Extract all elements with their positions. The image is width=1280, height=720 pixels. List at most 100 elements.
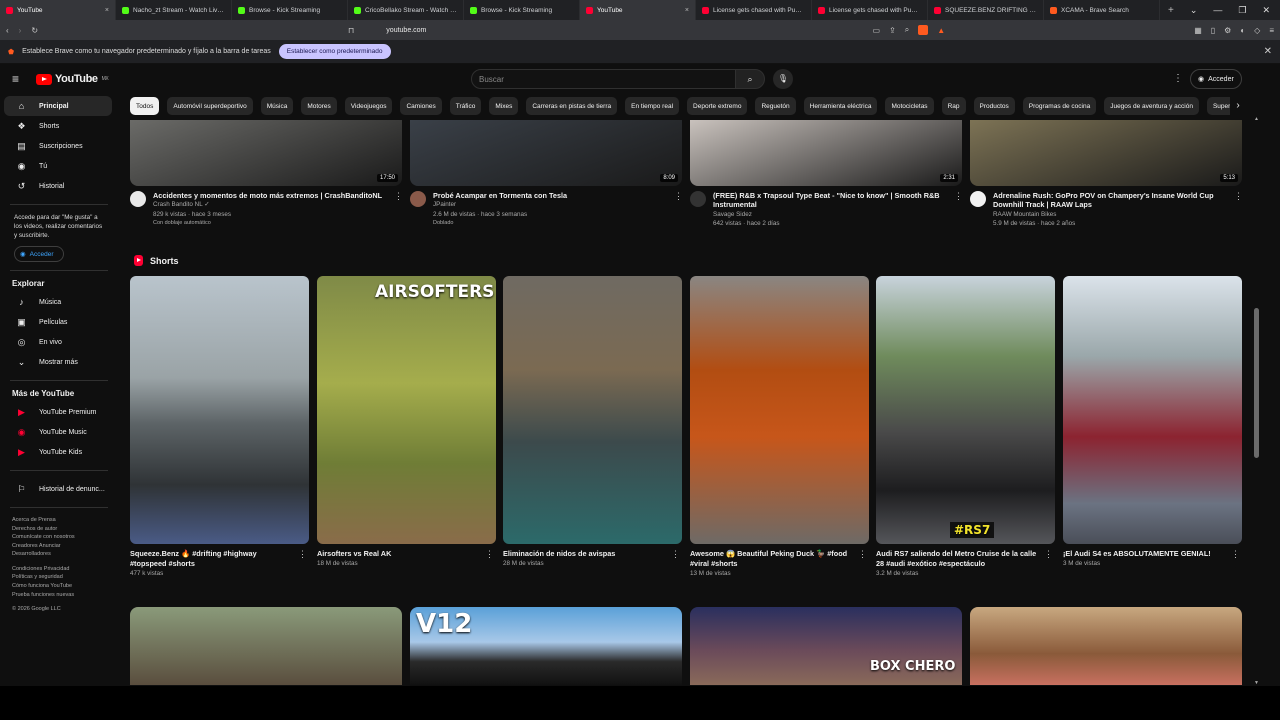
tab-close-icon[interactable]: × — [105, 7, 109, 14]
channel-name[interactable]: Crash Bandito NL ✓ — [153, 200, 387, 209]
reload-icon[interactable]: ↻ — [31, 26, 38, 35]
browser-tab[interactable]: License gets chased with Punchma — [812, 0, 928, 20]
sidebar-item-youtube-music[interactable]: ◉ YouTube Music — [4, 422, 112, 442]
set-default-button[interactable]: Establecer como predeterminado — [278, 44, 391, 59]
video-thumbnail[interactable] — [130, 607, 402, 685]
sidebar-item-history[interactable]: ↺ Historial — [4, 176, 112, 196]
sidebar-item-live[interactable]: ◎ En vivo — [4, 332, 112, 352]
video-card[interactable]: 8:09 Probé Acampar en Tormenta con Tesla J… — [410, 120, 683, 226]
video-card[interactable]: 17:50 Accidentes y momentos de moto más e… — [130, 120, 403, 226]
short-card[interactable]: Awesome 😱 Beautiful Peking Duck 🦆 #food … — [690, 276, 869, 577]
filter-chip[interactable]: Deporte extremo — [687, 97, 748, 115]
video-title[interactable]: Accidentes y momentos de moto más extrem… — [153, 191, 387, 200]
sidebar-toggle-icon[interactable]: ▦ — [1194, 26, 1202, 35]
video-title[interactable]: Probé Acampar en Tormenta con Tesla — [433, 191, 667, 200]
browser-tab[interactable]: SQUEEZE.BENZ DRIFTING ON TIME — [928, 0, 1044, 20]
short-title[interactable]: Eliminación de nidos de avispas — [503, 549, 682, 559]
footer-line[interactable]: Comunícate con nosotros — [12, 533, 106, 542]
filter-chip[interactable]: Herramienta eléctrica — [803, 97, 878, 115]
tab-close-icon[interactable]: × — [685, 7, 689, 14]
channel-avatar[interactable] — [130, 191, 146, 207]
footer-line[interactable]: Derechos de autor — [12, 525, 106, 534]
channel-name[interactable]: RAAW Mountain Bikes — [993, 210, 1227, 219]
footer-line[interactable]: Prueba funciones nuevas — [12, 591, 106, 600]
video-thumbnail[interactable] — [970, 607, 1242, 685]
channel-avatar[interactable] — [690, 191, 706, 207]
maximize-icon[interactable]: ❐ — [1238, 5, 1246, 16]
short-title[interactable]: Audi RS7 saliendo del Metro Cruise de la… — [876, 549, 1055, 569]
back-icon[interactable]: ‹ — [6, 26, 9, 35]
bookmark-icon[interactable]: ⊓ — [348, 26, 354, 35]
sidebar-item-youtube-premium[interactable]: ▶ YouTube Premium — [4, 402, 112, 422]
share-icon[interactable]: ⇪ — [889, 26, 896, 35]
browser-tab[interactable]: Browse - Kick Streaming — [232, 0, 348, 20]
filter-chip[interactable]: Camiones — [400, 97, 442, 115]
minimize-icon[interactable]: — — [1213, 5, 1222, 16]
wallet-icon[interactable]: ◇ — [1254, 26, 1260, 35]
video-card[interactable]: 5:13 Adrenaline Rush: GoPro POV on Champe… — [970, 120, 1243, 228]
sidebar-signin-button[interactable]: ◉ Acceder — [14, 246, 64, 263]
filter-chip[interactable]: Mixes — [489, 97, 519, 115]
close-icon[interactable]: ✕ — [1264, 46, 1272, 57]
settings-kebab-icon[interactable]: ⋮ — [1173, 73, 1183, 84]
browser-tab[interactable]: YouTube × — [580, 0, 696, 20]
video-title[interactable]: Adrenaline Rush: GoPro POV on Champery's… — [993, 191, 1227, 210]
more-options-icon[interactable]: ⋮ — [1231, 549, 1240, 560]
sidebar-item-movies[interactable]: ▣ Películas — [4, 312, 112, 332]
channel-name[interactable]: Savage Sidez — [713, 210, 947, 219]
browser-tab[interactable]: YouTube × — [0, 0, 116, 20]
footer-line[interactable]: Cómo funciona YouTube — [12, 582, 106, 591]
hamburger-menu-icon[interactable]: ≡ — [12, 72, 32, 86]
browser-tab[interactable]: Nacho_zt Stream - Watch Live on K — [116, 0, 232, 20]
more-options-icon[interactable]: ⋮ — [1234, 191, 1243, 228]
sidebar-item-subscriptions[interactable]: ▤ Suscripciones — [4, 136, 112, 156]
video-thumbnail[interactable]: 5:13 — [970, 120, 1242, 186]
browser-tab[interactable]: XCAMA - Brave Search — [1044, 0, 1160, 20]
short-card[interactable]: Eliminación de nidos de avispas 28 M de v… — [503, 276, 682, 567]
voice-search-button[interactable]: 🎙 — [773, 69, 793, 89]
page-scrollbar[interactable]: ▲ ▼ — [1254, 116, 1259, 686]
brave-shield-icon[interactable] — [918, 25, 929, 35]
sidebar-item-shorts[interactable]: ❖ Shorts — [4, 116, 112, 136]
channel-avatar[interactable] — [410, 191, 426, 207]
footer-line[interactable]: © 2026 Google LLC — [12, 605, 106, 614]
browser-tab[interactable]: Browse - Kick Streaming — [464, 0, 580, 20]
short-thumbnail[interactable] — [690, 276, 869, 544]
reading-list-icon[interactable]: ▯ — [1211, 26, 1215, 35]
more-options-icon[interactable]: ⋮ — [485, 549, 494, 560]
sidebar-item-home[interactable]: ⌂ Principal — [4, 96, 112, 116]
vpn-icon[interactable]: ◐ — [1240, 26, 1245, 35]
more-options-icon[interactable]: ⋮ — [1044, 549, 1053, 560]
extensions-icon[interactable]: ⚙ — [1224, 26, 1231, 35]
search-button[interactable]: ⌕ — [735, 69, 765, 89]
browser-tab[interactable]: CricoBellako Stream - Watch Live o — [348, 0, 464, 20]
video-thumbnail[interactable]: 8:09 — [410, 120, 682, 186]
footer-line[interactable]: Acerca de Prensa — [12, 516, 106, 525]
short-title[interactable]: Awesome 😱 Beautiful Peking Duck 🦆 #food … — [690, 549, 869, 569]
footer-line[interactable]: Desarrolladores — [12, 550, 106, 559]
short-thumbnail[interactable] — [130, 276, 309, 544]
sidebar-item-you[interactable]: ◉ Tú — [4, 156, 112, 176]
browser-tab[interactable]: License gets chased with Punchma — [696, 0, 812, 20]
filter-chip[interactable]: Juegos de aventura y acción — [1104, 97, 1199, 115]
install-icon[interactable]: ▭ — [873, 26, 881, 35]
filter-chip[interactable]: Motocicletas — [885, 97, 934, 115]
video-title[interactable]: (FREE) R&B x Trapsoul Type Beat - "Nice … — [713, 191, 947, 210]
sidebar-item-music[interactable]: ♪ Música — [4, 292, 112, 312]
video-thumbnail[interactable]: 17:50 — [130, 120, 402, 186]
more-options-icon[interactable]: ⋮ — [394, 191, 403, 226]
short-title[interactable]: ¡El Audi S4 es ABSOLUTAMENTE GENIAL! — [1063, 549, 1242, 559]
filter-chip[interactable]: En tiempo real — [625, 97, 680, 115]
more-options-icon[interactable]: ⋮ — [671, 549, 680, 560]
filter-chip[interactable]: Productos — [973, 97, 1015, 115]
signin-button[interactable]: ◉ Acceder — [1190, 69, 1242, 89]
sidebar-item-chevron-down[interactable]: ⌄ Mostrar más — [4, 352, 112, 372]
channel-name[interactable]: JPainter — [433, 200, 667, 209]
footer-line[interactable]: Condiciones Privacidad — [12, 565, 106, 574]
short-thumbnail[interactable]: AIRSOFTERS — [317, 276, 496, 544]
short-card[interactable]: ¡El Audi S4 es ABSOLUTAMENTE GENIAL! 3 M … — [1063, 276, 1242, 567]
filter-chip[interactable]: Programas de cocina — [1022, 97, 1097, 115]
chevron-right-icon[interactable]: › — [1230, 97, 1246, 115]
sidebar-item-report-history[interactable]: ⚐ Historial de denunc... — [4, 479, 112, 499]
video-thumbnail[interactable]: BOX CHERO — [690, 607, 962, 685]
